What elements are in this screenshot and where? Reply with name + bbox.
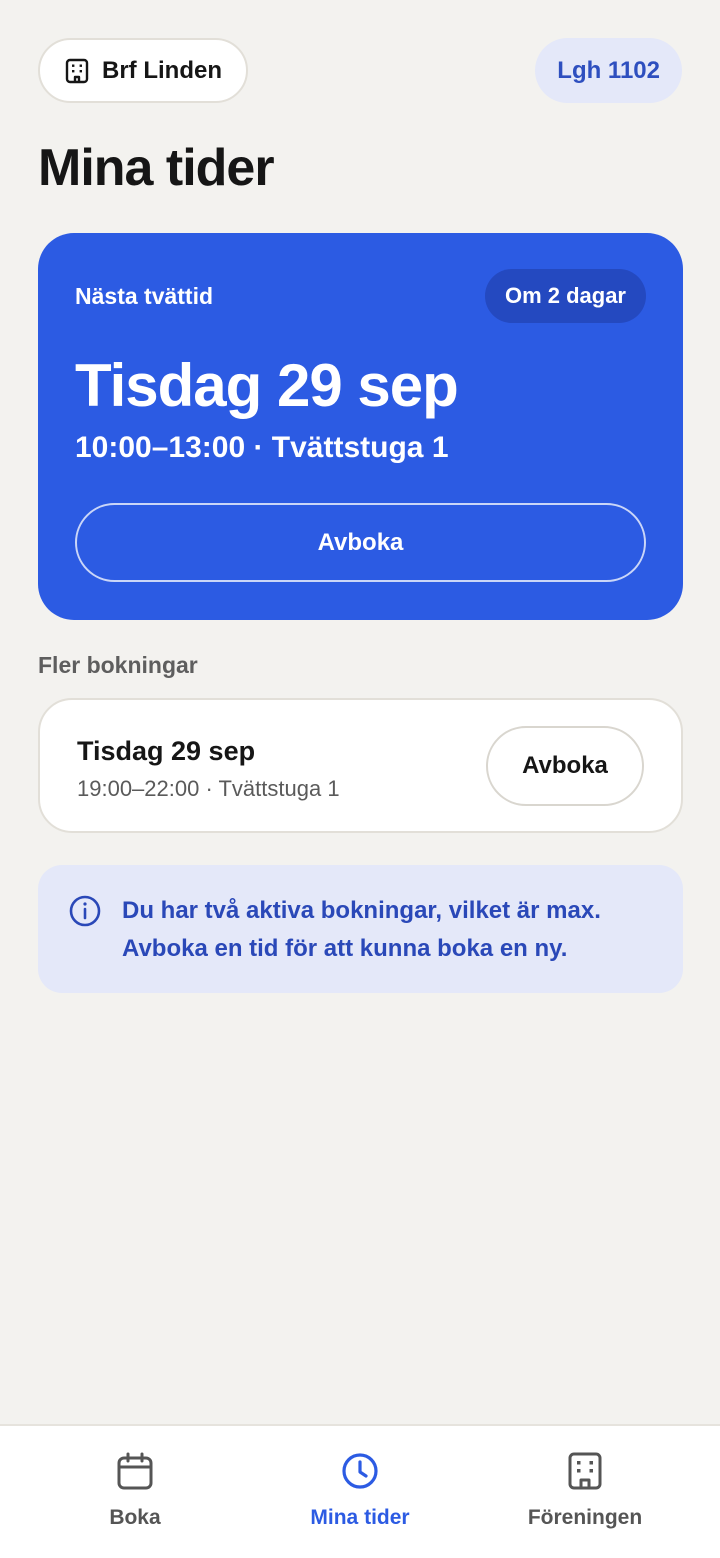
bottom-nav: Boka Mina tider Föreningen — [0, 1424, 720, 1558]
nav-label-foreningen: Föreningen — [527, 1506, 643, 1529]
next-booking-time: 10:00–13:00 · Tvättstuga 1 — [75, 431, 449, 464]
next-booking-cancel-button[interactable]: Avboka — [75, 503, 646, 582]
booking-time: 19:00–22:00 · Tvättstuga 1 — [77, 776, 340, 801]
countdown-badge: Om 2 dagar — [484, 269, 646, 323]
building-icon — [64, 58, 90, 84]
page-title: Mina tider — [38, 139, 275, 197]
clock-icon — [339, 1450, 381, 1492]
calendar-icon — [114, 1450, 156, 1492]
booking-date: Tisdag 29 sep — [77, 736, 256, 766]
next-booking-date: Tisdag 29 sep — [75, 352, 459, 419]
info-text: Du har två aktiva bokningar, vilket är m… — [122, 897, 601, 962]
more-bookings-heading: Fler bokningar — [38, 652, 198, 678]
next-booking-card: Nästa tvättid Om 2 dagar Tisdag 29 sep 1… — [38, 233, 683, 620]
nav-item-boka[interactable]: Boka — [35, 1450, 235, 1550]
page: Brf Linden Lgh 1102 Mina tider Nästa tvä… — [0, 0, 720, 1558]
header: Brf Linden Lgh 1102 — [38, 38, 682, 103]
info-notice: Du har två aktiva bokningar, vilket är m… — [38, 865, 683, 993]
nav-item-foreningen[interactable]: Föreningen — [485, 1450, 685, 1550]
booking-cancel-button[interactable]: Avboka — [486, 726, 644, 806]
booking-list-item: Tisdag 29 sep 19:00–22:00 · Tvättstuga 1… — [38, 698, 683, 833]
organization-name: Brf Linden — [102, 56, 222, 84]
info-icon — [68, 894, 102, 928]
nav-label-boka: Boka — [109, 1506, 161, 1529]
nav-item-mina-tider[interactable]: Mina tider — [260, 1450, 460, 1550]
organization-chip[interactable]: Brf Linden — [38, 38, 248, 103]
nav-label-mina-tider: Mina tider — [310, 1506, 410, 1529]
apartment-chip[interactable]: Lgh 1102 — [535, 38, 682, 103]
building-icon — [564, 1450, 606, 1492]
next-booking-eyebrow: Nästa tvättid — [75, 283, 214, 309]
